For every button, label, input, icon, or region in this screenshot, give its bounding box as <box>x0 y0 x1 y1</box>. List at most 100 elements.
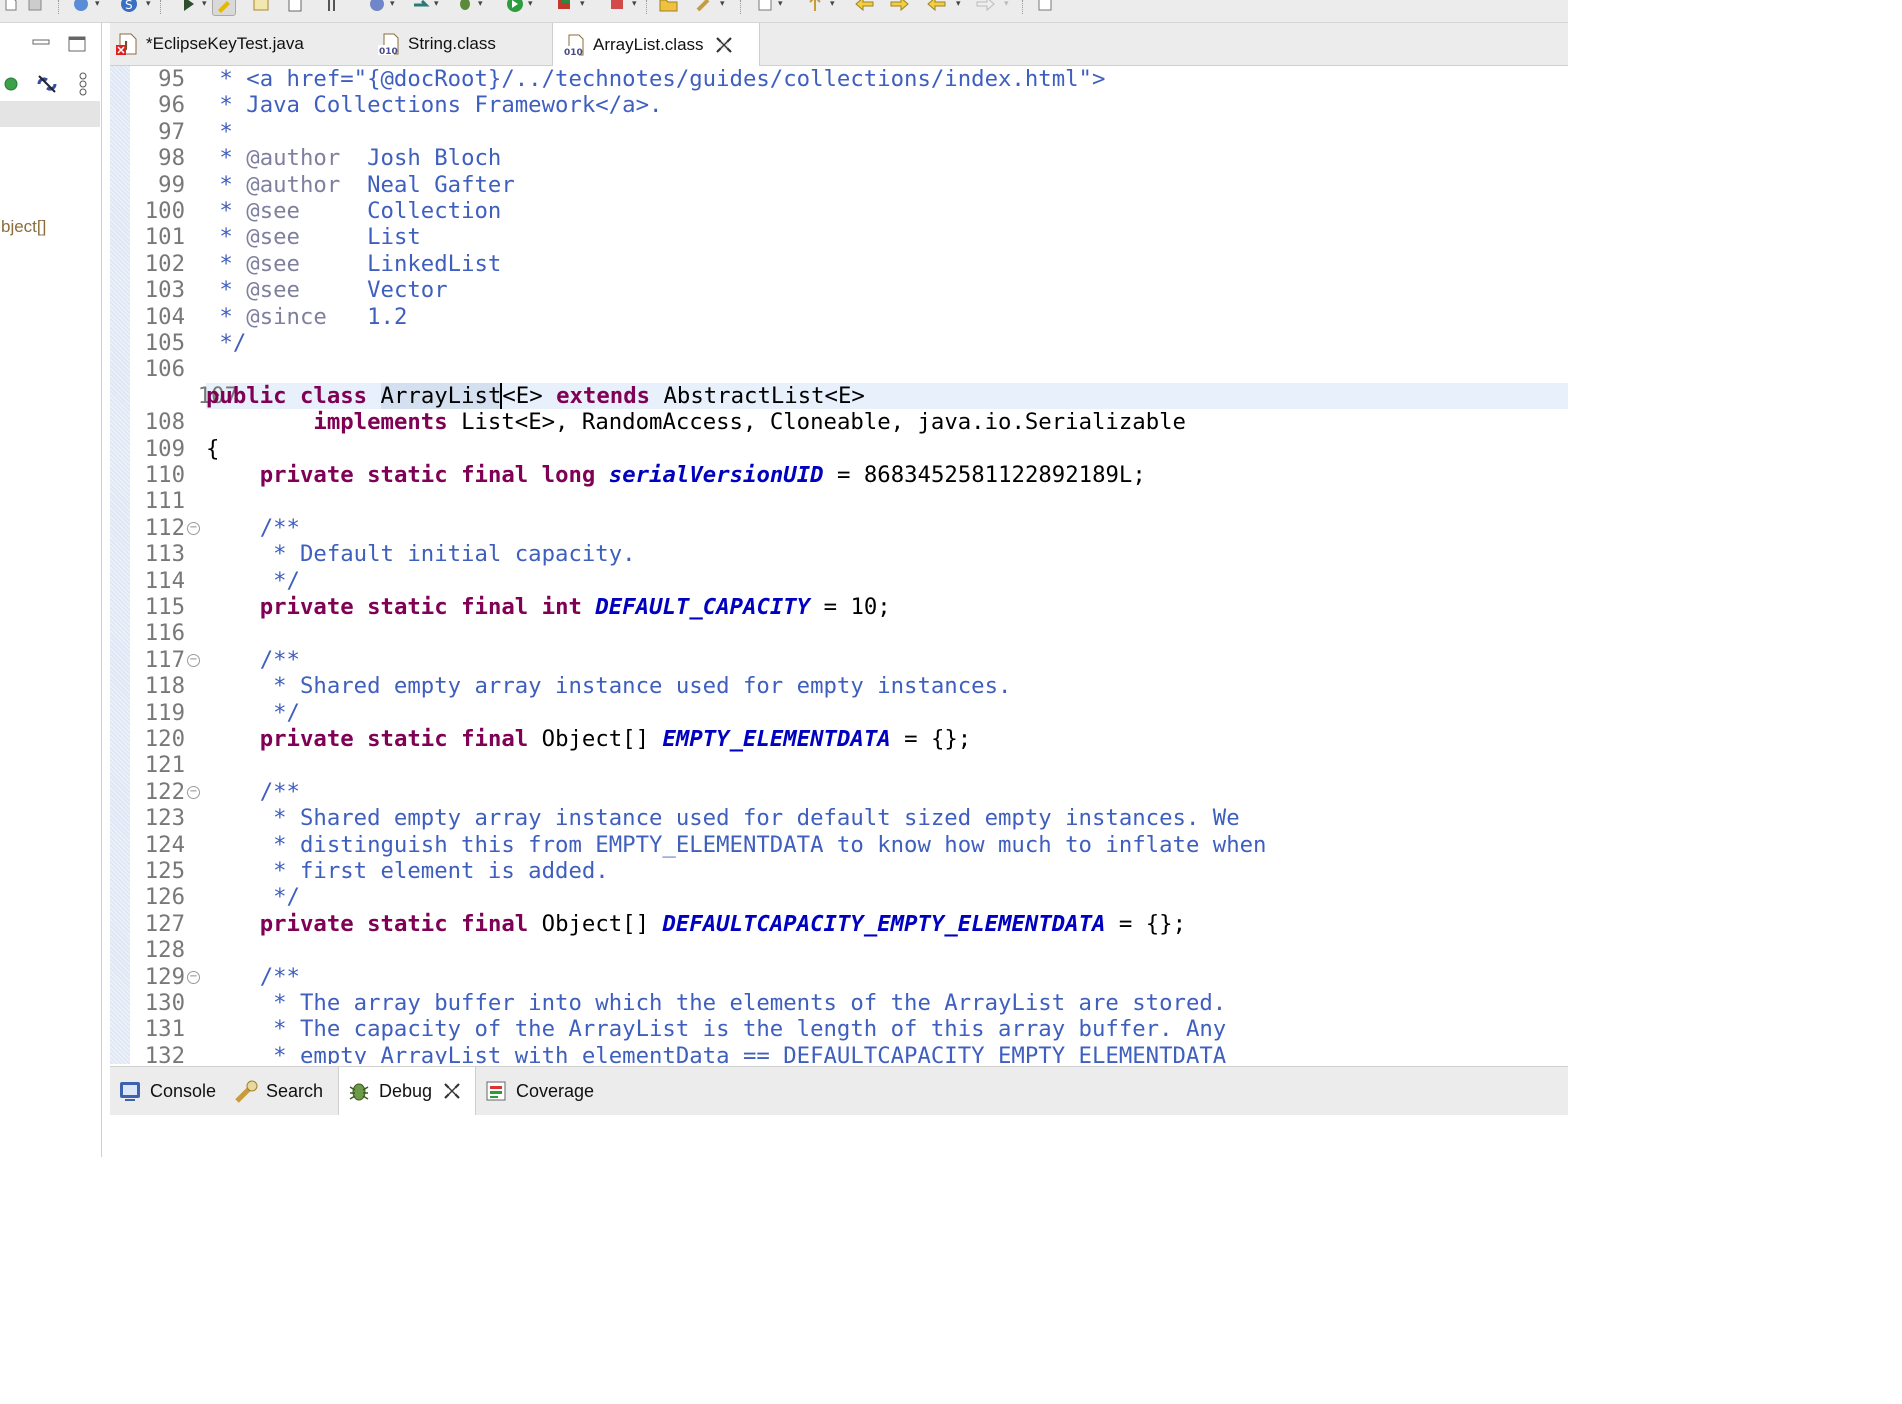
search-icon <box>234 1079 258 1103</box>
code-line[interactable]: 115 private static final int DEFAULT_CAP… <box>110 594 1568 620</box>
code-token: AbstractList<E> <box>650 382 865 409</box>
code-line[interactable]: 113 * Default initial capacity. <box>110 541 1568 567</box>
code-line[interactable]: 125 * first element is added. <box>110 858 1568 884</box>
code-line[interactable]: 118 * Shared empty array instance used f… <box>110 673 1568 699</box>
coverage-icon[interactable] <box>504 0 526 14</box>
line-number: 116 <box>144 620 185 647</box>
code-line[interactable]: 102 * @see LinkedList <box>110 251 1568 277</box>
code-line[interactable]: 122− /** <box>110 779 1568 805</box>
selected-tree-item[interactable] <box>0 101 100 127</box>
code-text: * @see List <box>206 224 420 250</box>
truncated-tree-label[interactable]: bject[] <box>1 217 46 237</box>
code-line[interactable]: 120 private static final Object[] EMPTY_… <box>110 726 1568 752</box>
code-line[interactable]: 105 */ <box>110 330 1568 356</box>
code-text: * Default initial capacity. <box>206 541 635 567</box>
code-token: @see <box>246 198 300 224</box>
last-edit-icon[interactable] <box>926 0 948 14</box>
maximize-icon[interactable] <box>66 33 88 55</box>
tab-arraylist-class[interactable]: 010 ArrayList.class <box>552 23 760 66</box>
close-icon[interactable] <box>442 1081 462 1101</box>
next-annotation-icon[interactable] <box>804 0 826 14</box>
code-line[interactable]: 107 public class ArrayList<E> extends Abs… <box>198 382 1568 410</box>
code-line[interactable]: 101 * @see List <box>110 224 1568 250</box>
web-icon[interactable] <box>366 0 388 14</box>
new-icon[interactable] <box>0 0 22 14</box>
fold-toggle-icon[interactable]: − <box>187 521 200 535</box>
view-menu-icon[interactable] <box>72 71 94 97</box>
search-icon[interactable] <box>694 0 716 14</box>
debug-icon[interactable]: S <box>118 0 140 14</box>
code-line[interactable]: 132 * empty ArrayList with elementData =… <box>110 1043 1568 1064</box>
java-file-error-icon: J <box>116 32 140 56</box>
code-line[interactable]: 114 */ <box>110 568 1568 594</box>
code-token: */ <box>206 884 300 911</box>
tab-coverage[interactable]: Coverage <box>484 1067 608 1115</box>
line-number: 114 <box>144 567 185 594</box>
code-line[interactable]: 109 { <box>110 436 1568 462</box>
code-line[interactable]: 119 */ <box>110 700 1568 726</box>
code-line[interactable]: 127 private static final Object[] DEFAUL… <box>110 911 1568 937</box>
code-line[interactable]: 99 * @author Neal Gafter <box>110 172 1568 198</box>
code-line[interactable]: 124 * distinguish this from EMPTY_ELEMEN… <box>110 832 1568 858</box>
code-line[interactable]: 130 * The array buffer into which the el… <box>110 990 1568 1016</box>
launch-icon[interactable] <box>178 0 200 14</box>
code-line[interactable]: 126 */ <box>110 884 1568 910</box>
minimize-icon[interactable] <box>30 31 52 53</box>
bug-icon[interactable] <box>454 0 476 14</box>
fold-toggle-icon[interactable]: − <box>187 970 200 984</box>
fold-toggle-icon[interactable]: − <box>187 785 200 799</box>
code-line[interactable]: 104 * @since 1.2 <box>110 304 1568 330</box>
code-line[interactable]: 112− /** <box>110 515 1568 541</box>
code-line[interactable]: 117− /** <box>110 647 1568 673</box>
print-icon[interactable] <box>606 0 628 14</box>
previous-annotation-icon[interactable] <box>754 0 776 14</box>
code-line[interactable]: 103 * @see Vector <box>110 277 1568 303</box>
external-tools-icon[interactable] <box>554 0 576 14</box>
line-number: 117 <box>144 646 185 673</box>
code-token: /** <box>259 963 300 990</box>
code-line[interactable]: 98 * @author Josh Bloch <box>110 145 1568 171</box>
code-line[interactable]: 131 * The capacity of the ArrayList is t… <box>110 1016 1568 1042</box>
pin-icon[interactable] <box>320 0 342 14</box>
code-line[interactable]: 121 <box>110 752 1568 778</box>
forward-icon[interactable] <box>888 0 910 14</box>
line-number: 96 <box>158 92 185 119</box>
code-token: = {}; <box>1105 910 1187 937</box>
save-icon[interactable] <box>24 0 46 14</box>
debug-view-content[interactable] <box>110 1115 1568 1157</box>
tab-debug[interactable]: Debug <box>338 1067 476 1115</box>
code-line[interactable]: 100 * @see Collection <box>110 198 1568 224</box>
outline-icon[interactable] <box>284 0 306 14</box>
open-folder-icon[interactable] <box>658 0 680 14</box>
code-line[interactable]: 110 private static final long serialVers… <box>110 462 1568 488</box>
open-task-icon[interactable] <box>250 0 272 14</box>
code-line[interactable]: 108 implements List<E>, RandomAccess, Cl… <box>110 409 1568 435</box>
back-icon[interactable] <box>854 0 876 14</box>
code-line[interactable]: 97 * <box>110 119 1568 145</box>
maximize-editor-icon[interactable] <box>1034 0 1056 14</box>
code-line[interactable]: 123 * Shared empty array instance used f… <box>110 805 1568 831</box>
code-line[interactable]: 106 <box>110 356 1568 382</box>
close-icon[interactable] <box>714 35 734 55</box>
code-line[interactable]: 111 <box>110 488 1568 514</box>
tab-eclipsekeytest[interactable]: J *EclipseKeyTest.java <box>116 23 374 65</box>
code-line[interactable]: 128 <box>110 937 1568 963</box>
tab-search[interactable]: Search <box>234 1067 334 1115</box>
code-editor[interactable]: 95 * <a href="{@docRoot}/../technotes/gu… <box>110 66 1568 1064</box>
fold-toggle-icon[interactable]: − <box>187 653 200 667</box>
perspective-icon[interactable] <box>974 0 996 14</box>
run-icon[interactable] <box>410 0 432 14</box>
highlight-icon[interactable] <box>212 0 236 16</box>
code-line[interactable]: 116 <box>110 620 1568 646</box>
code-line[interactable]: 96 * Java Collections Framework</a>. <box>110 92 1568 118</box>
tab-console[interactable]: Console <box>118 1067 230 1115</box>
open-type-icon[interactable] <box>70 0 92 14</box>
code-line[interactable]: 129− /** <box>110 964 1568 990</box>
code-line[interactable]: 95 * <a href="{@docRoot}/../technotes/gu… <box>110 66 1568 92</box>
tab-string-class[interactable]: 010 String.class <box>378 23 548 65</box>
link-editor-icon[interactable] <box>34 71 60 97</box>
